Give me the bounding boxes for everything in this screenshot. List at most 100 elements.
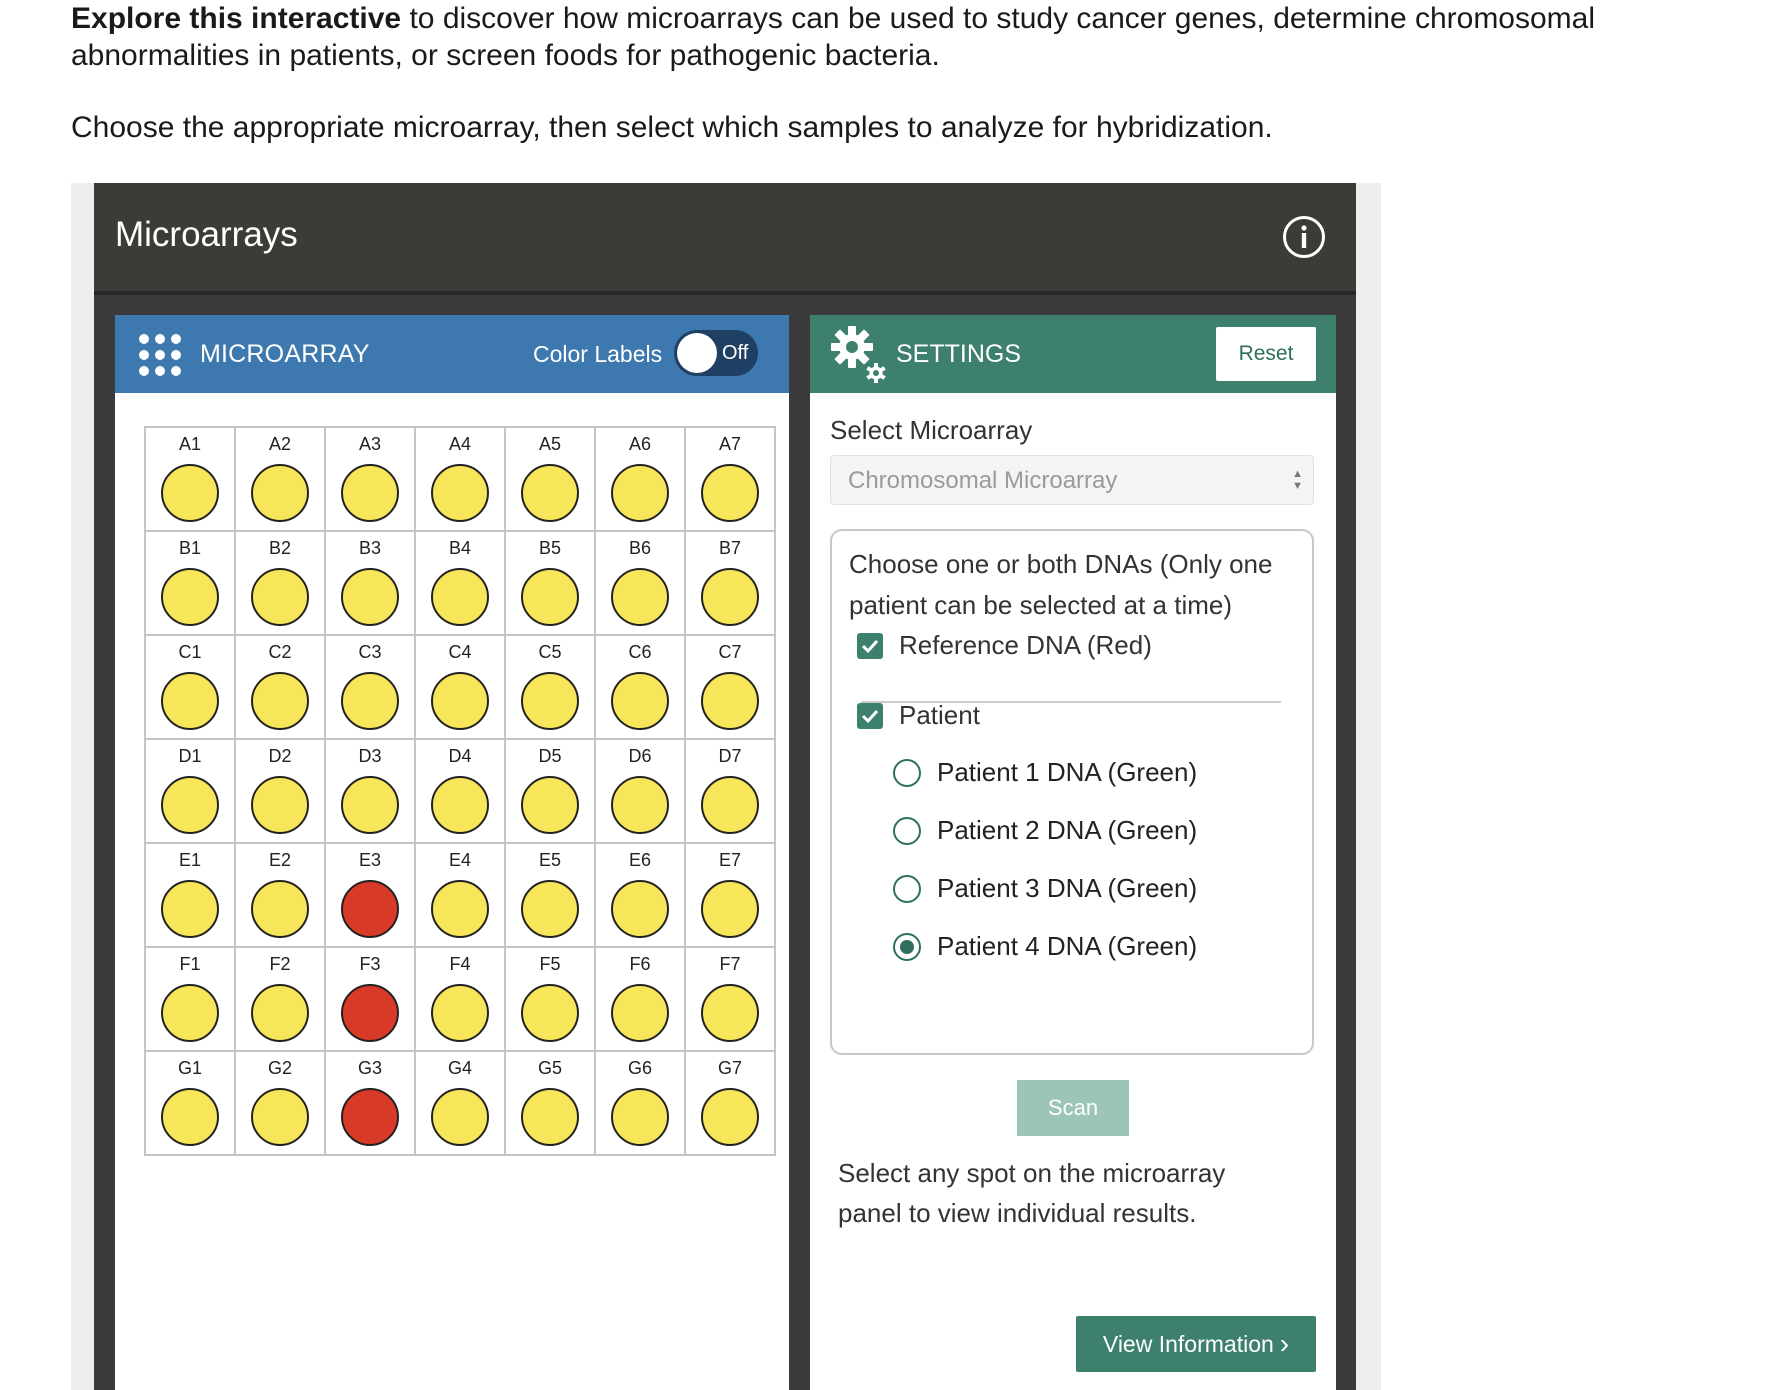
spot[interactable]	[611, 880, 669, 938]
spot-cell[interactable]: E2	[234, 842, 326, 948]
spot-cell[interactable]: D7	[684, 738, 776, 844]
spot-cell[interactable]: C3	[324, 634, 416, 740]
reset-button[interactable]: Reset	[1216, 327, 1316, 381]
spot-cell[interactable]: E1	[144, 842, 236, 948]
spot[interactable]	[431, 1088, 489, 1146]
spot[interactable]	[611, 464, 669, 522]
spot[interactable]	[611, 1088, 669, 1146]
spot-cell[interactable]: D4	[414, 738, 506, 844]
spot[interactable]	[521, 672, 579, 730]
spot[interactable]	[701, 464, 759, 522]
spot[interactable]	[251, 776, 309, 834]
spot[interactable]	[341, 880, 399, 938]
spot-cell[interactable]: B3	[324, 530, 416, 636]
spot[interactable]	[611, 568, 669, 626]
spot-cell[interactable]: A7	[684, 426, 776, 532]
spot[interactable]	[611, 672, 669, 730]
spot-cell[interactable]: A1	[144, 426, 236, 532]
spot[interactable]	[161, 568, 219, 626]
spot-cell[interactable]: F5	[504, 946, 596, 1052]
spot-cell[interactable]: G4	[414, 1050, 506, 1156]
spot[interactable]	[341, 776, 399, 834]
spot-cell[interactable]: F7	[684, 946, 776, 1052]
spot-cell[interactable]: E6	[594, 842, 686, 948]
spot-cell[interactable]: E5	[504, 842, 596, 948]
spot-cell[interactable]: E3	[324, 842, 416, 948]
spot-cell[interactable]: F6	[594, 946, 686, 1052]
patient-3-radio[interactable]	[893, 874, 921, 903]
reference-dna-checkbox-row[interactable]: Reference DNA (Red)	[857, 630, 1152, 661]
spot[interactable]	[521, 568, 579, 626]
spot[interactable]	[701, 1088, 759, 1146]
spot[interactable]	[251, 672, 309, 730]
spot[interactable]	[251, 880, 309, 938]
spot[interactable]	[521, 464, 579, 522]
spot[interactable]	[341, 1088, 399, 1146]
scan-button[interactable]: Scan	[1017, 1080, 1129, 1136]
spot-cell[interactable]: G2	[234, 1050, 326, 1156]
patient-checkbox[interactable]	[857, 702, 883, 729]
spot-cell[interactable]: E4	[414, 842, 506, 948]
spot[interactable]	[431, 464, 489, 522]
spot-cell[interactable]: D5	[504, 738, 596, 844]
spot[interactable]	[431, 672, 489, 730]
spot[interactable]	[161, 984, 219, 1042]
spot[interactable]	[611, 776, 669, 834]
patient-4-radio[interactable]	[893, 932, 921, 961]
spot[interactable]	[701, 880, 759, 938]
reference-checkbox[interactable]	[857, 632, 883, 659]
spot[interactable]	[341, 464, 399, 522]
spot-cell[interactable]: D3	[324, 738, 416, 844]
patient-4-radio-row[interactable]: Patient 4 DNA (Green)	[893, 931, 1197, 962]
spot-cell[interactable]: A3	[324, 426, 416, 532]
spot[interactable]	[521, 880, 579, 938]
spot[interactable]	[341, 984, 399, 1042]
spot[interactable]	[701, 776, 759, 834]
spot[interactable]	[521, 984, 579, 1042]
spot[interactable]	[341, 568, 399, 626]
spot-cell[interactable]: F4	[414, 946, 506, 1052]
spot-cell[interactable]: F1	[144, 946, 236, 1052]
spot-cell[interactable]: C4	[414, 634, 506, 740]
spot-cell[interactable]: A5	[504, 426, 596, 532]
spot-cell[interactable]: A4	[414, 426, 506, 532]
spot[interactable]	[431, 984, 489, 1042]
spot-cell[interactable]: B1	[144, 530, 236, 636]
color-labels-toggle[interactable]: Off	[674, 330, 758, 376]
spot-cell[interactable]: B2	[234, 530, 326, 636]
spot-cell[interactable]: D6	[594, 738, 686, 844]
spot-cell[interactable]: C5	[504, 634, 596, 740]
spot[interactable]	[521, 776, 579, 834]
spot-cell[interactable]: B4	[414, 530, 506, 636]
spot[interactable]	[251, 464, 309, 522]
spot-cell[interactable]: G7	[684, 1050, 776, 1156]
patient-2-radio[interactable]	[893, 816, 921, 845]
spot[interactable]	[161, 880, 219, 938]
spot-cell[interactable]: C7	[684, 634, 776, 740]
spot[interactable]	[701, 672, 759, 730]
spot-cell[interactable]: G5	[504, 1050, 596, 1156]
spot-cell[interactable]: B6	[594, 530, 686, 636]
patient-3-radio-row[interactable]: Patient 3 DNA (Green)	[893, 873, 1197, 904]
spot-cell[interactable]: A6	[594, 426, 686, 532]
spot[interactable]	[431, 776, 489, 834]
spot-cell[interactable]: C2	[234, 634, 326, 740]
patient-1-radio[interactable]	[893, 758, 921, 787]
spot[interactable]	[251, 984, 309, 1042]
spot-cell[interactable]: B5	[504, 530, 596, 636]
spot[interactable]	[161, 1088, 219, 1146]
spot-cell[interactable]: A2	[234, 426, 326, 532]
spot[interactable]	[251, 1088, 309, 1146]
spot-cell[interactable]: E7	[684, 842, 776, 948]
spot[interactable]	[611, 984, 669, 1042]
spot-cell[interactable]: G1	[144, 1050, 236, 1156]
spot[interactable]	[341, 672, 399, 730]
spot[interactable]	[161, 776, 219, 834]
spot-cell[interactable]: G6	[594, 1050, 686, 1156]
spot-cell[interactable]: B7	[684, 530, 776, 636]
spot-cell[interactable]: G3	[324, 1050, 416, 1156]
microarray-select[interactable]: Chromosomal Microarray ▲ ▼	[830, 455, 1314, 505]
spot[interactable]	[251, 568, 309, 626]
patient-1-radio-row[interactable]: Patient 1 DNA (Green)	[893, 757, 1197, 788]
spot[interactable]	[701, 984, 759, 1042]
